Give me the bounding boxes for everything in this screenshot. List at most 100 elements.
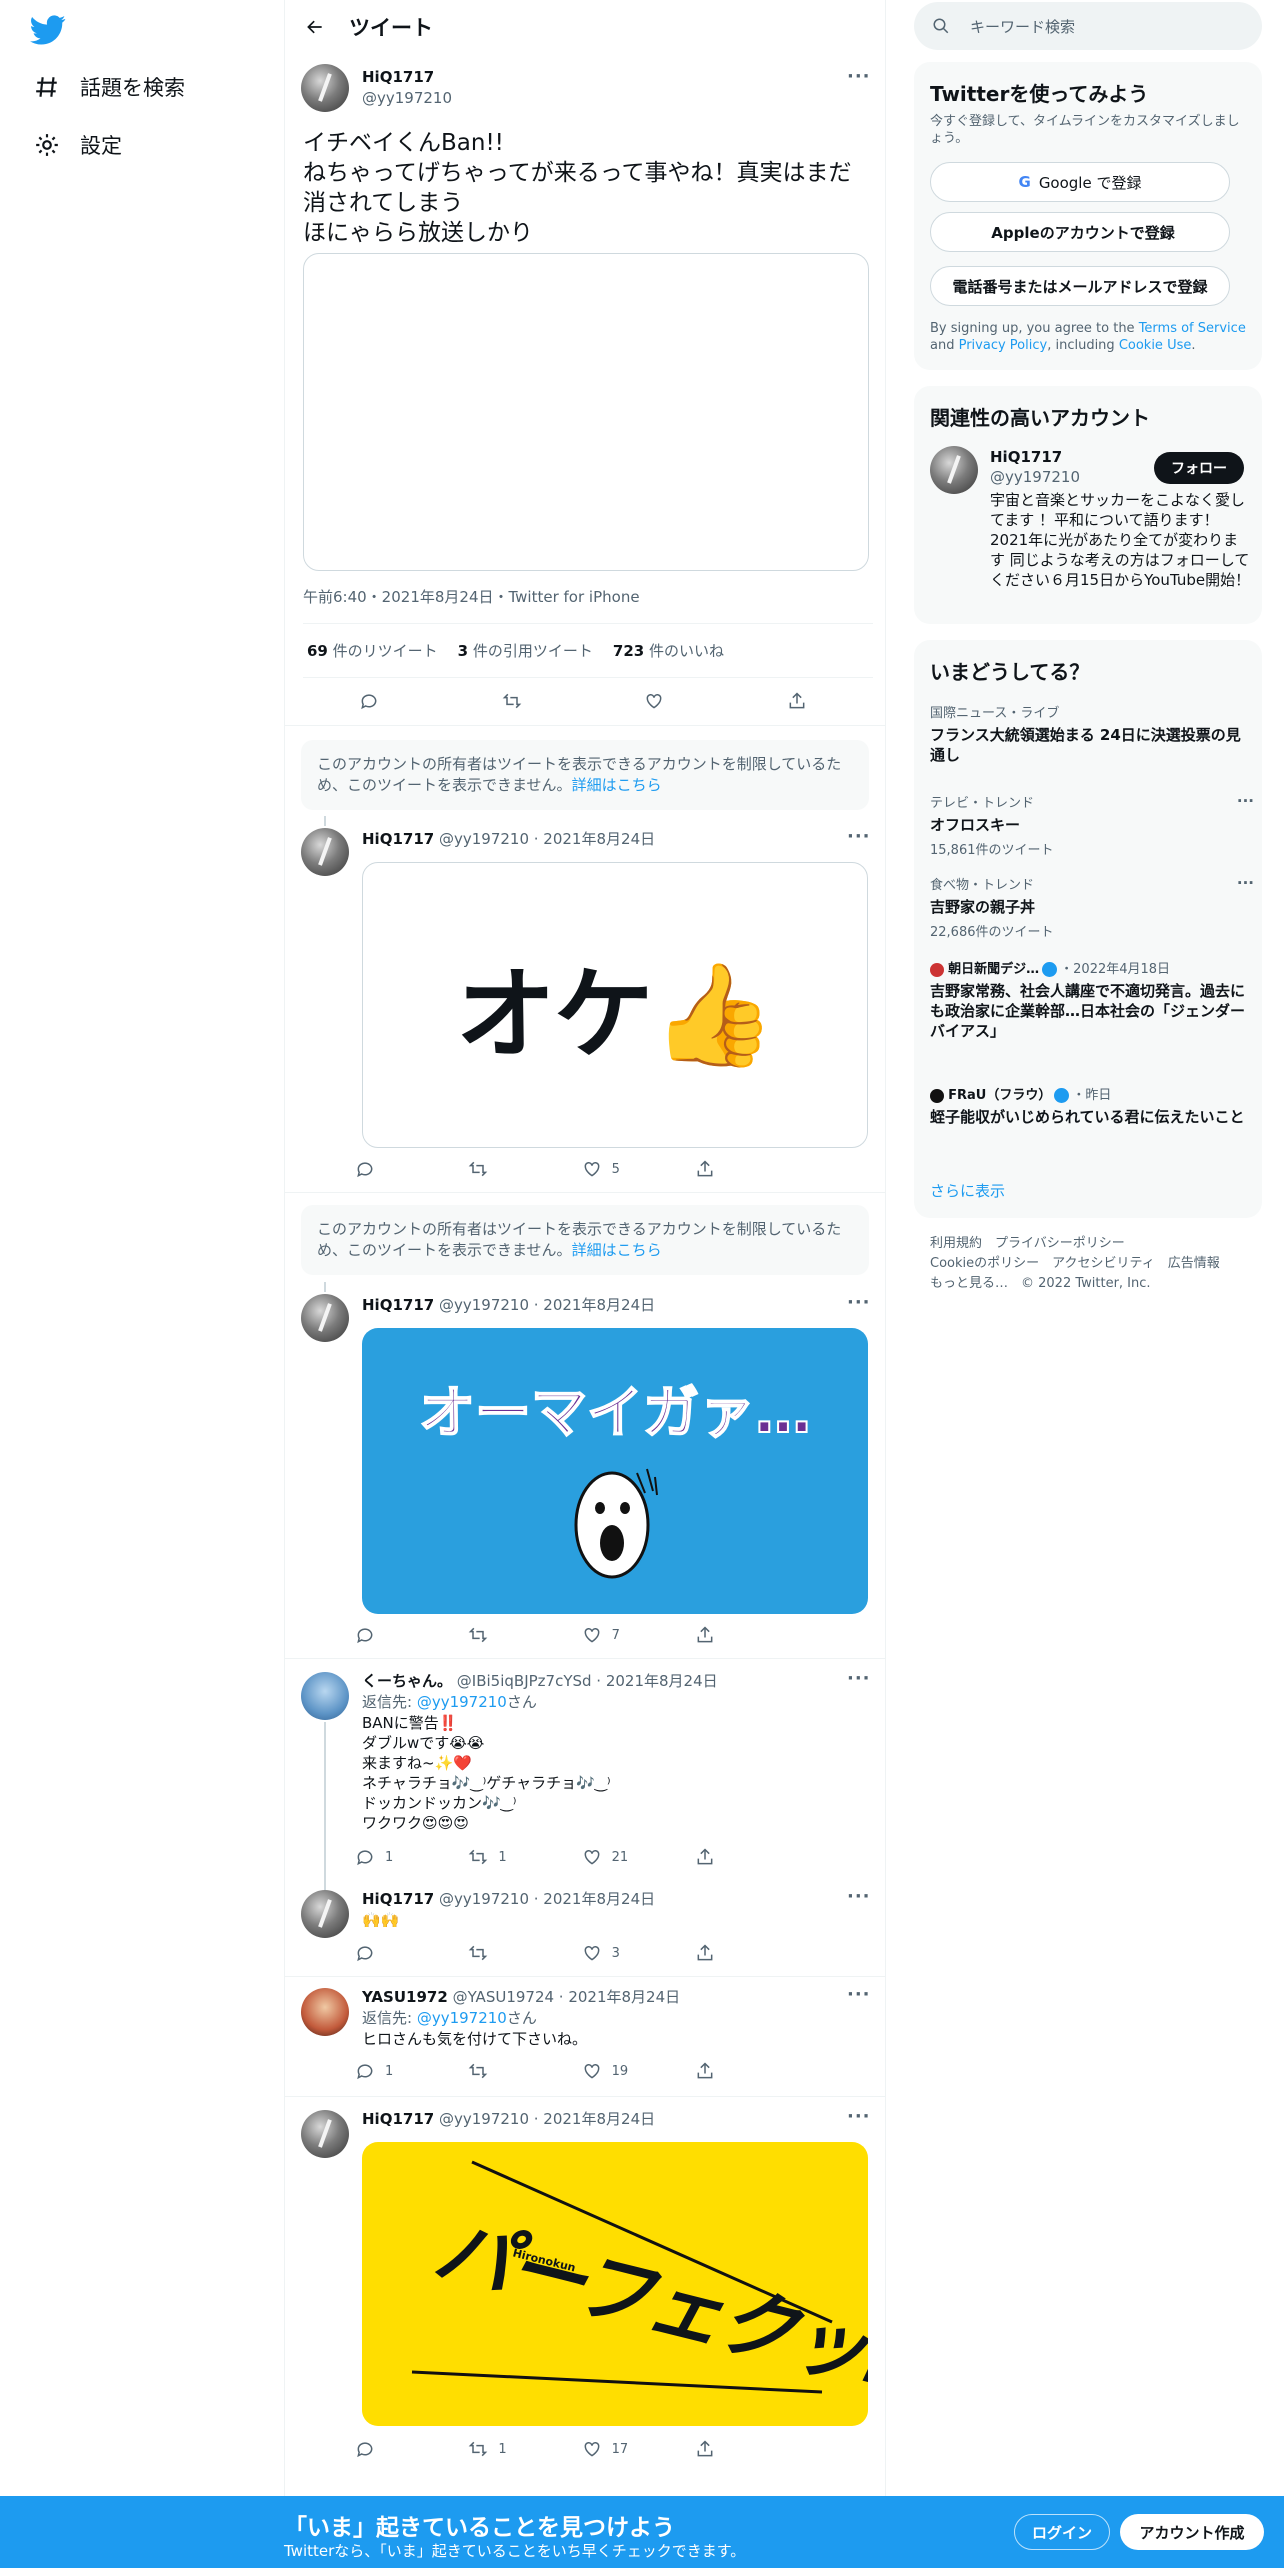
like-icon[interactable]: 5 <box>582 1154 672 1184</box>
privacy-link[interactable]: Privacy Policy <box>959 338 1048 353</box>
reply-image[interactable]: オケ👍 <box>362 862 868 1148</box>
avatar[interactable] <box>301 1294 349 1342</box>
reply-icon[interactable]: 1 <box>355 2056 445 2086</box>
reply-icon[interactable]: 1 <box>355 1842 445 1872</box>
footer-line-2[interactable]: Cookieのポリシー アクセシビリティ 広告情報 <box>930 1254 1220 1274</box>
share-icon[interactable] <box>695 1842 785 1872</box>
search-box[interactable]: キーワード検索 <box>914 2 1262 50</box>
like-stat[interactable]: 723 件のいいね <box>613 640 724 661</box>
related-name[interactable]: HiQ1717 <box>990 448 1062 466</box>
signup-button[interactable]: アカウント作成 <box>1120 2514 1264 2550</box>
quote-stat[interactable]: 3 件の引用ツイート <box>458 640 593 661</box>
reply-name[interactable]: HiQ1717 <box>362 2110 434 2128</box>
reply-name[interactable]: HiQ1717 <box>362 1296 434 1314</box>
tos-link[interactable]: Terms of Service <box>1139 321 1246 336</box>
author-handle[interactable]: @yy197210 <box>362 89 452 107</box>
reply-icon[interactable] <box>355 1620 445 1650</box>
like-icon[interactable]: 7 <box>582 1620 672 1650</box>
avatar[interactable] <box>301 1672 349 1720</box>
more-icon[interactable]: ··· <box>847 1886 871 1907</box>
footer-line-3[interactable]: もっと見る… © 2022 Twitter, Inc. <box>930 1274 1220 1294</box>
like-icon[interactable]: 21 <box>582 1842 672 1872</box>
author-name[interactable]: HiQ1717 <box>362 68 434 86</box>
share-icon[interactable] <box>695 1620 785 1650</box>
share-icon[interactable] <box>695 1154 785 1184</box>
footer-line-1[interactable]: 利用規約 プライバシーポリシー <box>930 1234 1220 1254</box>
retweet-icon[interactable] <box>468 1938 558 1968</box>
avatar[interactable] <box>301 1890 349 1938</box>
retweet-icon[interactable] <box>468 1154 558 1184</box>
notice-link[interactable]: 詳細はこちら <box>572 776 662 794</box>
avatar[interactable] <box>301 2110 349 2158</box>
reply-icon[interactable] <box>355 1154 445 1184</box>
like-icon[interactable]: 19 <box>582 2056 672 2086</box>
more-icon[interactable]: ··· <box>1237 874 1254 892</box>
share-icon[interactable] <box>787 686 817 716</box>
share-icon[interactable] <box>695 1938 785 1968</box>
like-icon[interactable]: 3 <box>582 1938 672 1968</box>
reply-icon[interactable] <box>355 1938 445 1968</box>
avatar[interactable] <box>930 446 978 494</box>
trend-item[interactable]: 国際ニュース・ライブ フランス大統領選始まる 24日に決選投票の見通し <box>930 702 1246 765</box>
reply-name[interactable]: YASU1972 <box>362 1988 448 2006</box>
avatar[interactable] <box>301 828 349 876</box>
more-icon[interactable]: ··· <box>847 1292 871 1313</box>
reply-handle[interactable]: @yy197210 · 2021年8月24日 <box>439 2110 655 2128</box>
reply-to-link[interactable]: @yy197210 <box>417 2009 507 2027</box>
like-icon[interactable] <box>644 686 674 716</box>
reply-handle[interactable]: @yy197210 · 2021年8月24日 <box>439 1890 655 1908</box>
nav-explore[interactable]: 話題を検索 <box>32 62 185 112</box>
more-icon[interactable]: ··· <box>847 1668 871 1689</box>
retweet-icon[interactable] <box>502 686 532 716</box>
more-icon[interactable]: ··· <box>1237 792 1254 810</box>
avatar[interactable] <box>301 1988 349 2036</box>
avatar[interactable] <box>301 64 349 112</box>
news-item[interactable]: 朝日新聞デジ… ・2022年4月18日 吉野家常務、社会人講座で不適切発言。過去に… <box>930 958 1246 1041</box>
reply-handle[interactable]: @IBi5iqBJPz7cYSd · 2021年8月24日 <box>457 1672 718 1690</box>
reply-name[interactable]: くーちゃん。 <box>362 1672 452 1690</box>
related-handle[interactable]: @yy197210 <box>990 468 1080 486</box>
trend-item[interactable]: 食べ物・トレンド 吉野家の親子丼 22,686件のツイート ··· <box>930 874 1254 940</box>
retweet-icon[interactable] <box>468 2056 558 2086</box>
reply-icon[interactable] <box>355 2434 445 2464</box>
tweet-media[interactable] <box>303 253 869 571</box>
reply-name[interactable]: HiQ1717 <box>362 830 434 848</box>
retweet-stat[interactable]: 69 件のリツイート <box>307 640 438 661</box>
retweet-icon[interactable]: 1 <box>468 2434 558 2464</box>
nav-settings[interactable]: 設定 <box>32 120 122 170</box>
search-input[interactable]: キーワード検索 <box>970 16 1075 37</box>
more-icon[interactable]: ··· <box>847 1984 871 2005</box>
news-item[interactable]: FRaU（フラウ） ・昨日 蛭子能収がいじめられている君に伝えたいこと <box>930 1084 1246 1127</box>
reply-to-link[interactable]: @yy197210 <box>417 1693 507 1711</box>
notice-link[interactable]: 詳細はこちら <box>572 1241 662 1259</box>
reply-handle[interactable]: @yy197210 · 2021年8月24日 <box>439 830 655 848</box>
reply-icon[interactable] <box>359 686 389 716</box>
retweet-icon[interactable] <box>468 1620 558 1650</box>
show-more-link[interactable]: さらに表示 <box>930 1180 1005 1201</box>
cookie-link[interactable]: Cookie Use <box>1119 338 1192 353</box>
like-count: 3 <box>611 1945 620 1961</box>
share-icon[interactable] <box>695 2056 785 2086</box>
reply-image[interactable]: パーフェクッ! Hironokun <box>362 2142 868 2426</box>
reply-name[interactable]: HiQ1717 <box>362 1890 434 1908</box>
like-count: 7 <box>611 1627 620 1643</box>
tweet-meta[interactable]: 午前6:40・2021年8月24日・Twitter for iPhone <box>303 586 640 607</box>
login-button[interactable]: ログイン <box>1014 2514 1110 2550</box>
back-arrow-icon[interactable] <box>295 7 335 47</box>
retweet-icon[interactable]: 1 <box>468 1842 558 1872</box>
twitter-logo-icon[interactable] <box>30 12 70 52</box>
share-icon[interactable] <box>695 2434 785 2464</box>
google-signup-button[interactable]: G Google で登録 <box>930 162 1230 202</box>
more-icon[interactable]: ··· <box>847 66 871 87</box>
follow-button[interactable]: フォロー <box>1154 452 1244 484</box>
phone-signup-button[interactable]: 電話番号またはメールアドレスで登録 <box>930 266 1230 306</box>
reply-handle[interactable]: @yy197210 · 2021年8月24日 <box>439 1296 655 1314</box>
reply-image[interactable]: オーマイガァ… <box>362 1328 868 1614</box>
source-avatar <box>930 962 944 977</box>
more-icon[interactable]: ··· <box>847 826 871 847</box>
trend-item[interactable]: テレビ・トレンド オフロスキー 15,861件のツイート ··· <box>930 792 1254 858</box>
more-icon[interactable]: ··· <box>847 2106 871 2127</box>
reply-handle[interactable]: @YASU19724 · 2021年8月24日 <box>453 1988 681 2006</box>
apple-signup-button[interactable]: Appleのアカウントで登録 <box>930 212 1230 252</box>
like-icon[interactable]: 17 <box>582 2434 672 2464</box>
